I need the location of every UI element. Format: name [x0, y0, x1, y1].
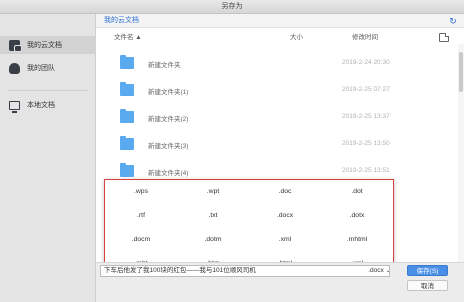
save-button[interactable]: 保存(S) [407, 265, 448, 276]
file-browser: 我的云文档 ↻ 文件名 ▲ 大小 修改时间 新建文件夹 2019-2-24 20… [96, 14, 464, 302]
sidebar-item-my-cloud-docs[interactable]: 我的云文档 [0, 36, 96, 54]
file-date: 2019-2-25 13:51 [342, 167, 390, 174]
file-date: 2019-2-25 13:50 [342, 140, 390, 147]
format-option[interactable]: .doc [249, 180, 321, 204]
file-name: 新建文件夹(2) [148, 116, 189, 123]
format-option[interactable]: .docm [105, 228, 177, 252]
new-folder-icon[interactable] [439, 33, 449, 42]
sidebar-item-label: 本地文档 [27, 102, 55, 109]
cancel-button[interactable]: 取消 [407, 280, 448, 291]
scrollbar-thumb[interactable] [459, 52, 463, 92]
folder-icon [120, 163, 134, 177]
folder-icon [120, 136, 134, 150]
format-option[interactable]: .rtf [105, 204, 177, 228]
file-date: 2019-2-24 20:30 [342, 59, 390, 66]
format-option[interactable]: .wpt [177, 180, 249, 204]
sidebar-item-label: 我的云文档 [27, 42, 62, 49]
refresh-icon[interactable]: ↻ [448, 16, 458, 26]
list-item[interactable]: 新建文件夹(1) 2019-2-25 07:27 [96, 79, 458, 103]
folder-icon [120, 55, 134, 69]
sidebar: 我的云文档 我的团队 本地文档 [0, 14, 96, 302]
breadcrumb[interactable]: 我的云文档 [104, 14, 139, 28]
file-date: 2019-2-25 13:37 [342, 113, 390, 120]
monitor-icon [9, 100, 20, 113]
sidebar-item-my-team[interactable]: 我的团队 [0, 59, 96, 77]
sidebar-item-local-docs[interactable]: 本地文档 [0, 96, 96, 114]
format-option[interactable]: .dotx [321, 204, 393, 228]
format-option[interactable]: .wps [105, 180, 177, 204]
file-name: 新建文件夹(3) [148, 143, 189, 150]
column-header-modified[interactable]: 修改时间 [352, 32, 378, 44]
file-date: 2019-2-25 07:27 [342, 86, 390, 93]
file-name: 新建文件夹(4) [148, 170, 189, 177]
folder-icon [120, 109, 134, 123]
filename-value: 下车后他发了我100块的红包——我与101位顺风司机 [104, 267, 256, 274]
format-option[interactable]: .txt [177, 204, 249, 228]
format-option[interactable]: .docx [249, 204, 321, 228]
path-bar: 我的云文档 ↻ [96, 14, 464, 28]
list-item[interactable]: 新建文件夹(3) 2019-2-25 13:50 [96, 133, 458, 157]
window-title: 另存为 [0, 0, 464, 14]
format-option[interactable]: .mhtml [321, 228, 393, 252]
folder-icon [120, 82, 134, 96]
format-select[interactable]: .docx ⌄ [361, 266, 389, 276]
format-option[interactable]: .dot [321, 180, 393, 204]
cloud-doc-icon [9, 39, 22, 52]
save-footer: 下车后他发了我100块的红包——我与101位顺风司机 .docx ⌄ 保存(S)… [96, 262, 464, 302]
format-option[interactable]: .dotm [177, 228, 249, 252]
column-header-name[interactable]: 文件名 ▲ [114, 32, 142, 44]
filename-field[interactable]: 下车后他发了我100块的红包——我与101位顺风司机 .docx ⌄ [100, 265, 390, 277]
file-name: 新建文件夹(1) [148, 89, 189, 96]
sidebar-divider [8, 90, 88, 91]
team-icon [9, 62, 20, 74]
column-header-size[interactable]: 大小 [290, 32, 303, 44]
list-item[interactable]: 新建文件夹(2) 2019-2-25 13:37 [96, 106, 458, 130]
list-item[interactable]: 新建文件夹 2019-2-24 20:30 [96, 52, 458, 76]
file-name: 新建文件夹 [148, 62, 181, 69]
format-option[interactable]: .xml [249, 228, 321, 252]
sidebar-item-label: 我的团队 [27, 65, 55, 72]
scrollbar[interactable] [458, 44, 464, 274]
